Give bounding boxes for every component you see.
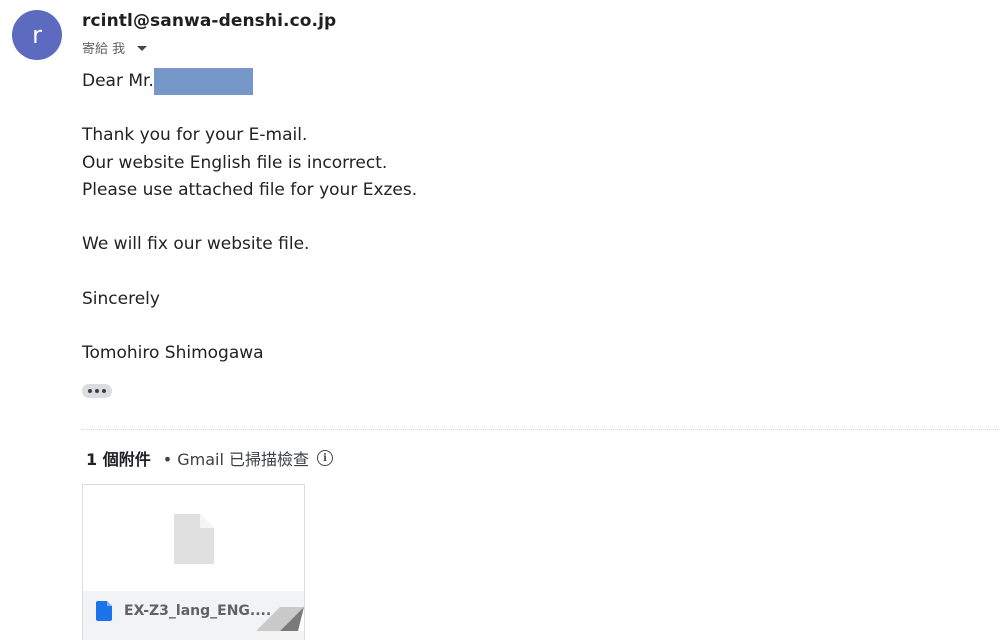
body-line [82, 313, 417, 340]
body-line: Dear Mr. [82, 68, 417, 95]
more-horizontal-icon-dot [102, 389, 106, 393]
attachment-file-name: EX-Z3_lang_ENG.... [124, 603, 272, 619]
body-line: We will fix our website file. [82, 234, 310, 255]
body-line: Please use attached file for your Exzes. [82, 179, 418, 200]
more-horizontal-icon-dot [95, 389, 99, 393]
attachments-header: 1 個附件 • Gmail 已掃描檢查 i [86, 446, 334, 470]
attachments-divider [82, 429, 1000, 430]
sender-avatar[interactable]: r [12, 10, 62, 60]
body-line [82, 204, 417, 231]
doc-file-icon [96, 601, 112, 621]
body-line: Our website English file is incorrect. [82, 152, 388, 173]
greeting-text: Dear Mr. [82, 71, 154, 91]
page-fold-corner [256, 607, 304, 631]
body-line: Sincerely [82, 288, 160, 309]
avatar-letter: r [32, 21, 42, 49]
attachment-preview [83, 485, 304, 591]
body-line [82, 258, 417, 285]
redacted-name-block [153, 68, 253, 95]
attachment-count: 1 個附件 [86, 450, 151, 469]
sender-email[interactable]: rcintl@sanwa-denshi.co.jp [82, 11, 336, 31]
email-message-view: r rcintl@sanwa-denshi.co.jp 寄給 我 Dear Mr… [0, 0, 1000, 640]
show-trimmed-content-button[interactable] [82, 384, 112, 398]
more-horizontal-icon-dot [88, 389, 92, 393]
body-line: Tomohiro Shimogawa [82, 342, 264, 363]
attachment-footer: EX-Z3_lang_ENG.... [83, 591, 304, 640]
recipient-label: 寄給 我 [82, 42, 126, 57]
caret-down-icon [137, 45, 148, 51]
attachment-card[interactable]: EX-Z3_lang_ENG.... [82, 484, 305, 640]
body-line: Thank you for your E-mail. [82, 125, 308, 146]
body-line [82, 95, 417, 122]
recipient-details-toggle[interactable]: 寄給 我 [82, 38, 148, 57]
scan-status: • Gmail 已掃描檢查 [162, 450, 310, 469]
message-body: Dear Mr. Thank you for your E-mail. Our … [82, 68, 417, 367]
info-icon[interactable]: i [317, 450, 334, 466]
blank-document-icon [174, 514, 214, 564]
